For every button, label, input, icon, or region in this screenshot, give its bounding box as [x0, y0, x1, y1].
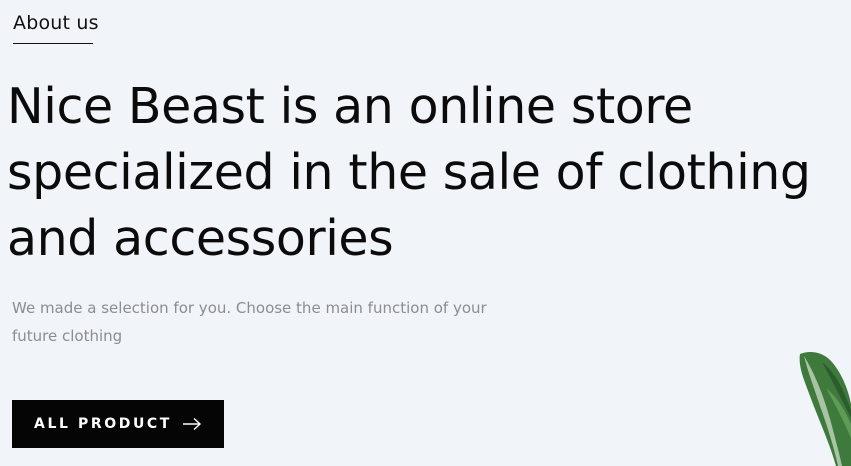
all-product-button-label: ALL PRODUCT [34, 416, 172, 432]
about-page: About us Nice Beast is an online store s… [0, 0, 851, 466]
leaf-plant-image [799, 352, 851, 466]
hero-headline: Nice Beast is an online store specialize… [7, 74, 847, 272]
description-line: We made a selection for you. Choose the … [12, 299, 487, 317]
headline-line: and accessories [7, 210, 394, 267]
description-line: future clothing [12, 327, 123, 345]
about-us-tab[interactable]: About us [13, 12, 99, 44]
headline-line: specialized in the sale of clothing [7, 144, 811, 201]
about-us-tab-label: About us [13, 12, 99, 34]
all-product-button[interactable]: ALL PRODUCT [12, 400, 224, 448]
headline-line: Nice Beast is an online store [7, 78, 693, 135]
arrow-right-icon [182, 417, 201, 431]
hero-description: We made a selection for you. Choose the … [12, 294, 487, 350]
